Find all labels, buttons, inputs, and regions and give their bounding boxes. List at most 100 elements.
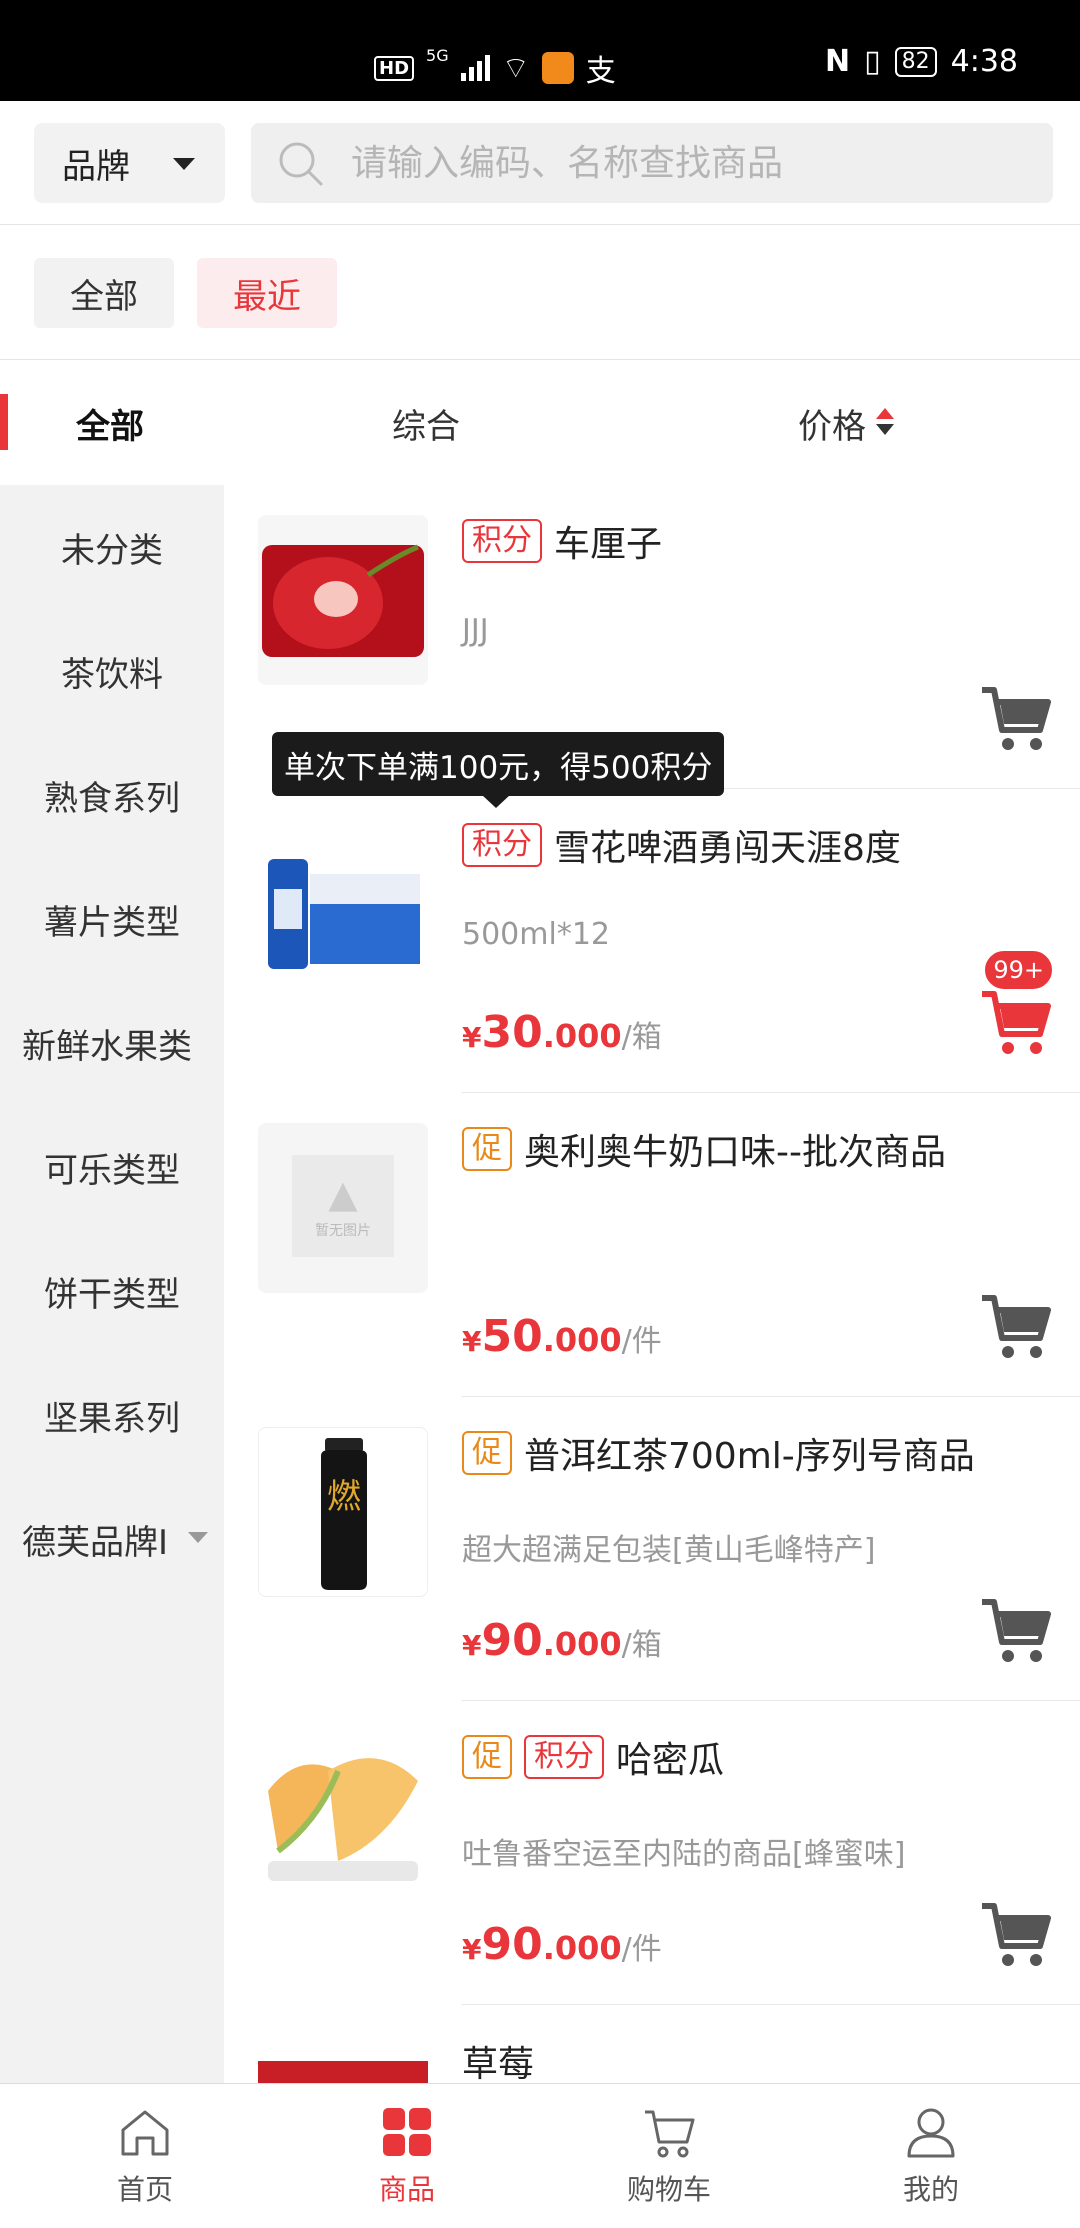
brand-filter-label: 品牌 [62, 146, 130, 187]
tab-cart[interactable]: 购物车 [534, 2084, 804, 2228]
product-desc: 吐鲁番空运至内陆的商品[蜂蜜味] [462, 1837, 906, 1872]
points-tag: 积分 [462, 823, 542, 867]
alipay-icon: 支 [585, 54, 616, 89]
tab-mine-label: 我的 [902, 2173, 959, 2206]
price-currency: ¥ [462, 1933, 482, 1966]
brand-filter-button[interactable]: 品牌 [34, 123, 225, 203]
caret-down-icon [173, 158, 195, 170]
product-name: 哈密瓜 [616, 1740, 725, 1781]
sort-bar: 全部 综合 价格 [0, 361, 1080, 485]
filter-bar: 全部 最近 [0, 226, 1080, 360]
promo-tag: 促 [462, 1127, 512, 1171]
sidebar-item-tea-drinks[interactable]: 茶饮料 [0, 609, 224, 733]
sidebar-item-chips[interactable]: 薯片类型 [0, 857, 224, 981]
signal-icon [460, 55, 490, 81]
user-icon [907, 2108, 955, 2158]
product-name: 雪花啤酒勇闯天涯8度 [554, 828, 901, 869]
points-tag: 积分 [462, 519, 542, 563]
product-image [258, 2035, 428, 2083]
active-indicator [0, 394, 8, 450]
no-image-text: 暂无图片 [315, 1223, 371, 1239]
product-title: 积分 雪花啤酒勇闯天涯8度 [462, 819, 1050, 871]
hd-icon: HD [374, 55, 415, 81]
product-card[interactable]: 促 积分 哈密瓜 吐鲁番空运至内陆的商品[蜂蜜味] ¥ 90 .000 /件 [224, 1701, 1080, 2005]
tea-bottle-image: 燃 [321, 1438, 367, 1590]
network-label: 5G [426, 46, 449, 65]
product-card[interactable]: ▲ 暂无图片 促 奥利奥牛奶口味--批次商品 ¥ 50 .000 /件 [224, 1093, 1080, 1397]
product-image [258, 1731, 428, 1901]
add-to-cart-icon[interactable] [978, 1896, 1054, 1972]
image-placeholder-icon: ▲ [328, 1172, 358, 1216]
tab-cart-label: 购物车 [626, 2173, 711, 2206]
price-unit: /箱 [621, 1628, 662, 1663]
product-title: 促 普洱红茶700ml-序列号商品 [462, 1427, 1050, 1479]
price-integer: 50 [481, 1311, 543, 1362]
add-to-cart-icon[interactable] [978, 984, 1054, 1060]
grid-icon [383, 2108, 431, 2156]
sidebar-item-fresh-fruit[interactable]: 新鲜水果类 [0, 981, 224, 1105]
price-decimal: .000 [542, 1929, 622, 1967]
beer-image [258, 819, 428, 989]
add-to-cart-icon[interactable] [978, 1592, 1054, 1668]
sidebar-item-deli[interactable]: 熟食系列 [0, 733, 224, 857]
points-tag: 积分 [524, 1735, 604, 1779]
product-name: 车厘子 [554, 524, 663, 565]
battery-icon: 82 [894, 46, 937, 77]
product-card[interactable]: 草莓 [224, 2005, 1080, 2083]
product-price: ¥ 90 .000 /件 [462, 1919, 662, 1970]
tab-home[interactable]: 首页 [10, 2084, 280, 2228]
strawberry-image [258, 2061, 428, 2083]
price-integer: 90 [481, 1615, 543, 1666]
price-decimal: .000 [542, 1625, 622, 1663]
category-sidebar: 未分类 茶饮料 熟食系列 薯片类型 新鲜水果类 可乐类型 饼干类型 坚果系列 德… [0, 485, 224, 2083]
sidebar-item-nuts[interactable]: 坚果系列 [0, 1353, 224, 1477]
sort-tab-general[interactable]: 综合 [392, 361, 460, 485]
status-right: N ▯ 82 4:38 [825, 44, 1018, 79]
chip-recent[interactable]: 最近 [197, 258, 337, 328]
sidebar-item-cola[interactable]: 可乐类型 [0, 1105, 224, 1229]
sort-tab-price[interactable]: 价格 [798, 361, 894, 485]
chip-all[interactable]: 全部 [34, 258, 174, 328]
add-to-cart-icon[interactable] [978, 1288, 1054, 1364]
price-currency: ¥ [462, 1021, 482, 1054]
price-currency: ¥ [462, 1325, 482, 1358]
product-name: 普洱红茶700ml-序列号商品 [524, 1436, 975, 1477]
price-integer: 30 [481, 1007, 543, 1058]
search-bar[interactable] [251, 123, 1053, 203]
tooltip-arrow [482, 795, 510, 808]
product-card[interactable]: 燃 促 普洱红茶700ml-序列号商品 超大超满足包装[黄山毛峰特产] ¥ 90… [224, 1397, 1080, 1701]
add-to-cart-icon[interactable] [978, 680, 1054, 756]
clock: 4:38 [950, 44, 1018, 79]
sidebar-item-dove[interactable]: 德芙品牌I [0, 1477, 224, 1601]
price-integer: 90 [481, 1919, 543, 1970]
product-title: 草莓 [462, 2035, 1050, 2083]
nfc-icon: N [825, 44, 851, 79]
price-unit: /件 [621, 1324, 662, 1359]
product-title: 积分 车厘子 [462, 515, 1050, 567]
product-title: 促 奥利奥牛奶口味--批次商品 [462, 1123, 1050, 1175]
product-image: ▲ 暂无图片 [258, 1123, 428, 1293]
promo-tag: 促 [462, 1431, 512, 1475]
product-price: ¥ 90 .000 /箱 [462, 1615, 662, 1666]
sidebar-item-uncategorized[interactable]: 未分类 [0, 485, 224, 609]
price-unit: /箱 [621, 1020, 662, 1055]
sort-tab-all[interactable]: 全部 [76, 361, 144, 485]
app-notification-icon [541, 52, 574, 84]
top-bar: 品牌 [0, 101, 1080, 225]
product-price: ¥ 30 .000 /箱 [462, 1007, 662, 1058]
product-card[interactable]: 积分 雪花啤酒勇闯天涯8度 500ml*12 ¥ 30 .000 /箱 99+ [224, 789, 1080, 1093]
bottom-tab-bar: 首页 商品 购物车 我的 [0, 2083, 1080, 2227]
search-input[interactable] [351, 123, 1031, 203]
tab-products[interactable]: 商品 [272, 2084, 542, 2228]
melon-image [258, 1731, 428, 1901]
cart-count-badge: 99+ [983, 949, 1054, 991]
tab-home-label: 首页 [116, 2173, 173, 2206]
product-desc: JJJ [462, 613, 489, 648]
product-name: 草莓 [462, 2044, 535, 2083]
cherry-image [258, 515, 428, 685]
product-image [258, 515, 428, 685]
price-currency: ¥ [462, 1629, 482, 1662]
sort-arrows-icon [876, 406, 894, 440]
sidebar-item-biscuits[interactable]: 饼干类型 [0, 1229, 224, 1353]
tab-mine[interactable]: 我的 [796, 2084, 1066, 2228]
